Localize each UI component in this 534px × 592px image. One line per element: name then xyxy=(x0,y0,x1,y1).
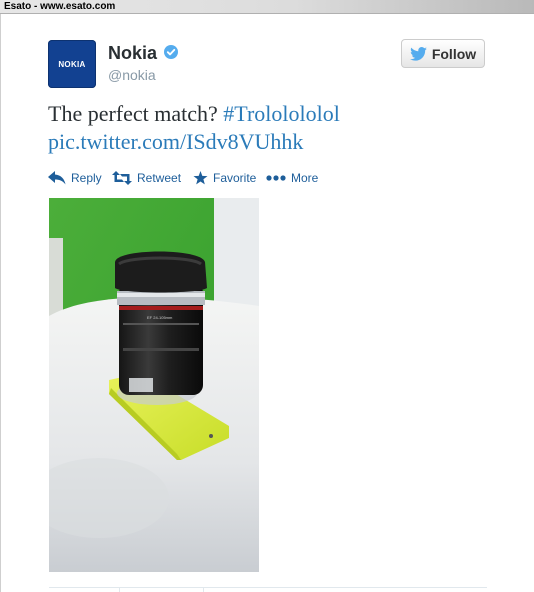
follow-button[interactable]: Follow xyxy=(401,39,485,68)
reply-icon xyxy=(48,171,66,185)
tweet-text: The perfect match? #Trololololol pic.twi… xyxy=(48,100,488,156)
follow-label: Follow xyxy=(431,45,477,62)
stat-separator xyxy=(203,587,204,592)
nokia-logo: NOKIA xyxy=(58,59,86,69)
pic-link[interactable]: pic.twitter.com/ISdv8VUhhk xyxy=(48,129,303,154)
favorite-label: Favorite xyxy=(213,171,257,185)
svg-text:EF 24-105mm: EF 24-105mm xyxy=(147,315,173,320)
footer-divider xyxy=(49,587,487,588)
screen-name[interactable]: @nokia xyxy=(108,67,156,83)
tweet-photo[interactable]: EF 24-105mm xyxy=(49,198,259,572)
retweet-label: Retweet xyxy=(137,171,182,185)
stat-separator xyxy=(119,587,120,592)
page-left-border xyxy=(0,14,1,592)
window-title: Esato - www.esato.com xyxy=(4,1,116,12)
twitter-bird-icon xyxy=(409,46,427,61)
hashtag-link[interactable]: #Trololololol xyxy=(223,101,340,126)
retweet-action[interactable]: Retweet xyxy=(112,168,181,188)
browser-title-bar: Esato - www.esato.com xyxy=(0,0,534,14)
avatar[interactable]: NOKIA xyxy=(48,40,96,88)
tweet-body: The perfect match? xyxy=(48,101,218,126)
more-dots-icon xyxy=(266,175,286,181)
more-label: More xyxy=(291,171,319,185)
favorite-action[interactable]: Favorite xyxy=(193,168,256,188)
photo-cup-on-phone: EF 24-105mm xyxy=(49,198,259,572)
display-name[interactable]: Nokia xyxy=(108,43,157,64)
reply-label: Reply xyxy=(71,171,102,185)
more-action[interactable]: More xyxy=(266,168,318,188)
verified-badge-icon xyxy=(164,45,178,59)
retweet-icon xyxy=(112,171,132,185)
star-icon xyxy=(193,171,208,185)
reply-action[interactable]: Reply xyxy=(48,168,102,188)
